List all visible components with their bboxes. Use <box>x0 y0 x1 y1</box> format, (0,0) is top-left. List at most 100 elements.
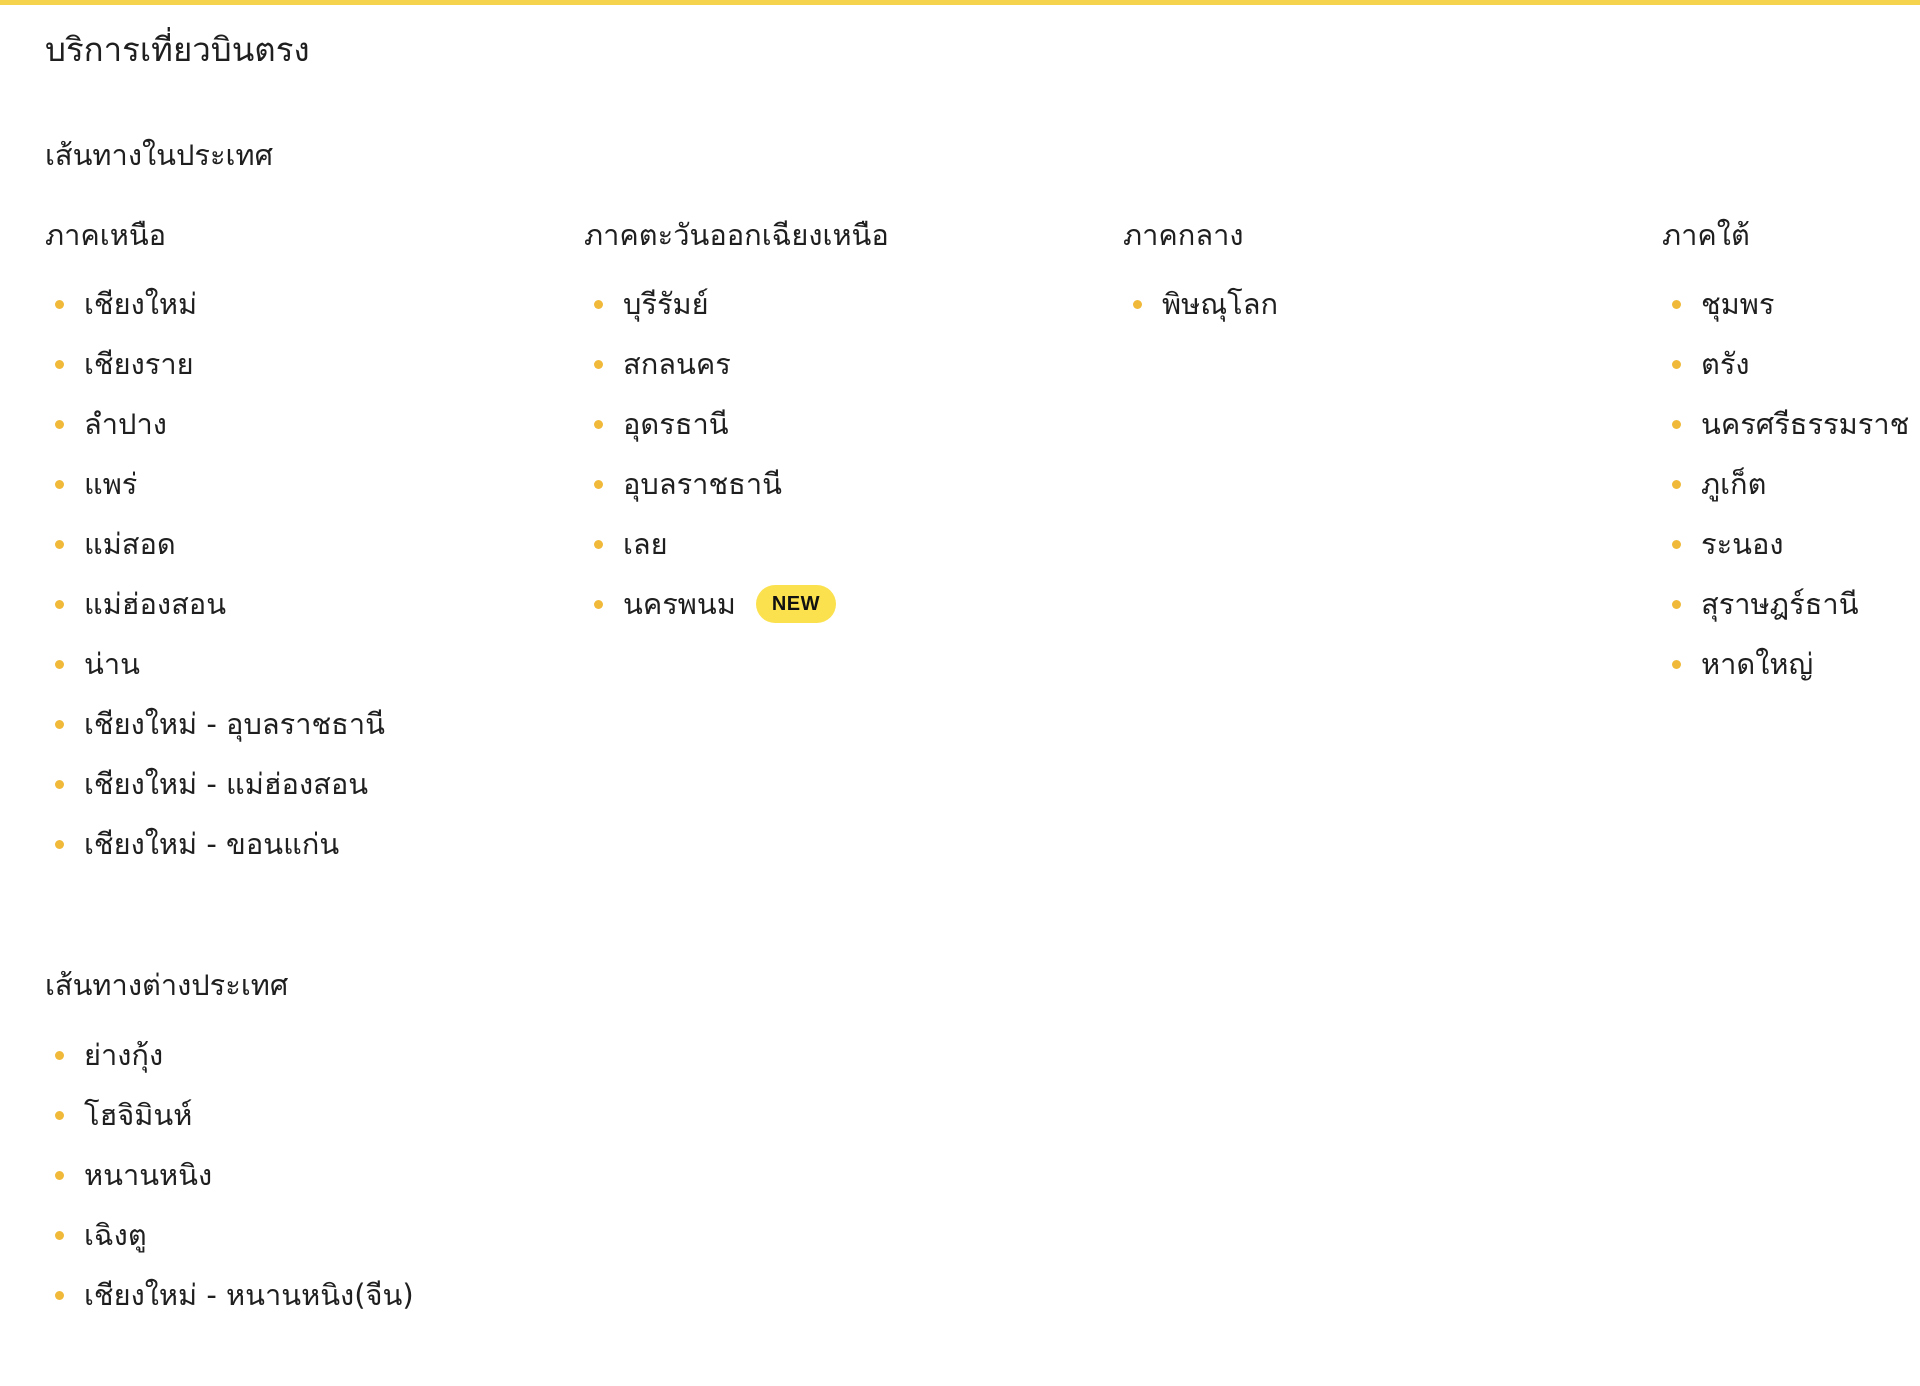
route-item: เชียงใหม่ <box>45 274 565 334</box>
route-item: แม่สอด <box>45 514 565 574</box>
bullet-dot-icon <box>55 840 64 849</box>
bullet-dot-icon <box>1672 420 1681 429</box>
route-link[interactable]: เลย <box>623 521 668 567</box>
route-item: ภูเก็ต <box>1662 454 1920 514</box>
bullet-dot-icon <box>55 780 64 789</box>
bullet-dot-icon <box>55 360 64 369</box>
bullet-dot-icon <box>55 540 64 549</box>
region-column-central: ภาคกลาง พิษณุโลก <box>1123 215 1643 334</box>
route-item: เชียงใหม่ - แม่ฮ่องสอน <box>45 754 565 814</box>
route-item: เชียงราย <box>45 334 565 394</box>
route-item: บุรีรัมย์ <box>584 274 1104 334</box>
route-link[interactable]: เชียงใหม่ - หนานหนิง(จีน) <box>84 1272 414 1318</box>
route-item: นครพนม NEW <box>584 574 1104 634</box>
bullet-dot-icon <box>55 1231 64 1240</box>
route-link[interactable]: สุราษฎร์ธานี <box>1701 581 1859 627</box>
route-link[interactable]: นครพนม <box>623 581 736 627</box>
bullet-dot-icon <box>1672 600 1681 609</box>
route-list: บุรีรัมย์สกลนครอุดรธานีอุบลราชธานีเลยนคร… <box>584 274 1104 634</box>
bullet-dot-icon <box>594 540 603 549</box>
route-item: สกลนคร <box>584 334 1104 394</box>
bullet-dot-icon <box>55 1111 64 1120</box>
route-link[interactable]: หาดใหญ่ <box>1701 641 1813 687</box>
route-link[interactable]: ย่างกุ้ง <box>84 1032 163 1078</box>
route-link[interactable]: เชียงใหม่ - ขอนแก่น <box>84 821 339 867</box>
region-title: ภาคกลาง <box>1123 218 1244 252</box>
route-link[interactable]: บุรีรัมย์ <box>623 281 709 327</box>
region-title: ภาคตะวันออกเฉียงเหนือ <box>584 218 889 252</box>
route-link[interactable]: แพร่ <box>84 461 137 507</box>
route-list: พิษณุโลก <box>1123 274 1643 334</box>
route-item: เชียงใหม่ - หนานหนิง(จีน) <box>45 1265 745 1325</box>
bullet-dot-icon <box>55 720 64 729</box>
bullet-dot-icon <box>594 420 603 429</box>
bullet-dot-icon <box>55 480 64 489</box>
route-link[interactable]: ชุมพร <box>1701 281 1775 327</box>
route-item: นครศรีธรรมราช <box>1662 394 1920 454</box>
route-item: อุบลราชธานี <box>584 454 1104 514</box>
bullet-dot-icon <box>1672 300 1681 309</box>
route-item: เฉิงตู <box>45 1205 745 1265</box>
route-item: เชียงใหม่ - ขอนแก่น <box>45 814 565 874</box>
accent-top-bar <box>0 0 1920 5</box>
bullet-dot-icon <box>594 480 603 489</box>
bullet-dot-icon <box>594 300 603 309</box>
route-link[interactable]: ลำปาง <box>84 401 167 447</box>
bullet-dot-icon <box>594 600 603 609</box>
route-link[interactable]: อุดรธานี <box>623 401 729 447</box>
route-item: พิษณุโลก <box>1123 274 1643 334</box>
route-item: ลำปาง <box>45 394 565 454</box>
bullet-dot-icon <box>55 420 64 429</box>
international-route-list: ย่างกุ้งโฮจิมินห์หนานหนิงเฉิงตูเชียงใหม่… <box>45 1025 745 1325</box>
bullet-dot-icon <box>1672 360 1681 369</box>
domestic-routes-heading: เส้นทางในประเทศ <box>45 138 273 172</box>
route-list: เชียงใหม่เชียงรายลำปางแพร่แม่สอดแม่ฮ่องส… <box>45 274 565 874</box>
bullet-dot-icon <box>55 300 64 309</box>
bullet-dot-icon <box>1672 480 1681 489</box>
route-link[interactable]: แม่สอด <box>84 521 176 567</box>
route-item: โฮจิมินห์ <box>45 1085 745 1145</box>
region-column-north: ภาคเหนือ เชียงใหม่เชียงรายลำปางแพร่แม่สอ… <box>45 215 565 874</box>
route-link[interactable]: เชียงใหม่ <box>84 281 197 327</box>
region-title: ภาคใต้ <box>1662 218 1750 252</box>
route-item: หนานหนิง <box>45 1145 745 1205</box>
route-item: หาดใหญ่ <box>1662 634 1920 694</box>
route-item: เชียงใหม่ - อุบลราชธานี <box>45 694 565 754</box>
route-link[interactable]: แม่ฮ่องสอน <box>84 581 226 627</box>
region-title: ภาคเหนือ <box>45 218 167 252</box>
route-list: ชุมพรตรังนครศรีธรรมราชภูเก็ตระนองสุราษฎร… <box>1662 274 1920 694</box>
bullet-dot-icon <box>1672 660 1681 669</box>
bullet-dot-icon <box>55 660 64 669</box>
route-link[interactable]: น่าน <box>84 641 140 687</box>
page-title: บริการเที่ยวบินตรง <box>45 30 310 69</box>
route-item: แพร่ <box>45 454 565 514</box>
route-item: เลย <box>584 514 1104 574</box>
route-link[interactable]: พิษณุโลก <box>1162 281 1278 327</box>
new-badge: NEW <box>755 585 837 623</box>
route-link[interactable]: สกลนคร <box>623 341 731 387</box>
route-link[interactable]: นครศรีธรรมราช <box>1701 401 1909 447</box>
route-item: ระนอง <box>1662 514 1920 574</box>
route-link[interactable]: อุบลราชธานี <box>623 461 782 507</box>
bullet-dot-icon <box>55 1051 64 1060</box>
region-column-south: ภาคใต้ ชุมพรตรังนครศรีธรรมราชภูเก็ตระนอง… <box>1662 215 1920 694</box>
route-link[interactable]: โฮจิมินห์ <box>84 1092 192 1138</box>
route-item: ย่างกุ้ง <box>45 1025 745 1085</box>
route-link[interactable]: เชียงใหม่ - แม่ฮ่องสอน <box>84 761 368 807</box>
region-column-northeast: ภาคตะวันออกเฉียงเหนือ บุรีรัมย์สกลนครอุด… <box>584 215 1104 634</box>
route-item: แม่ฮ่องสอน <box>45 574 565 634</box>
route-link[interactable]: เชียงใหม่ - อุบลราชธานี <box>84 701 385 747</box>
route-link[interactable]: เฉิงตู <box>84 1212 147 1258</box>
route-link[interactable]: เชียงราย <box>84 341 194 387</box>
bullet-dot-icon <box>1133 300 1142 309</box>
route-item: อุดรธานี <box>584 394 1104 454</box>
route-link[interactable]: ตรัง <box>1701 341 1750 387</box>
international-routes-heading: เส้นทางต่างประเทศ <box>45 968 289 1002</box>
route-link[interactable]: ภูเก็ต <box>1701 461 1766 507</box>
route-link[interactable]: ระนอง <box>1701 521 1784 567</box>
bullet-dot-icon <box>55 1171 64 1180</box>
route-item: น่าน <box>45 634 565 694</box>
route-link[interactable]: หนานหนิง <box>84 1152 212 1198</box>
bullet-dot-icon <box>55 600 64 609</box>
route-item: สุราษฎร์ธานี <box>1662 574 1920 634</box>
